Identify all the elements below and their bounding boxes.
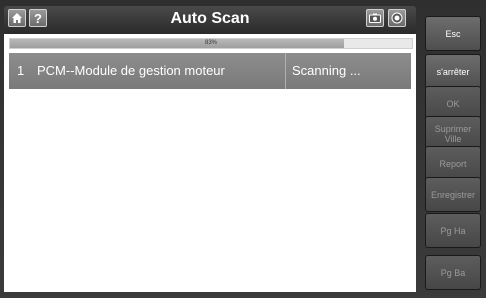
app-frame: Auto Scan ? 83% 1 PCM--Module de gestion… (0, 0, 486, 298)
row-module-name: PCM--Module de gestion moteur (37, 63, 225, 78)
home-button[interactable] (8, 9, 26, 27)
home-icon (12, 13, 22, 23)
progress-label: 83% (204, 40, 217, 46)
scan-progress-bar: 83% (9, 38, 413, 49)
column-divider (285, 53, 286, 89)
screenshot-button[interactable] (366, 9, 384, 27)
page-up-button[interactable]: Pg Ha (425, 213, 481, 248)
row-index: 1 (17, 63, 25, 78)
scan-panel: 83% 1 PCM--Module de gestion moteur Scan… (4, 34, 416, 292)
help-icon: ? (34, 10, 42, 26)
report-button[interactable]: Report (425, 146, 481, 181)
record-button[interactable] (388, 9, 406, 27)
stop-button[interactable]: s'arrêter (425, 54, 481, 89)
help-button[interactable]: ? (29, 9, 47, 27)
record-icon (391, 12, 403, 24)
save-button[interactable]: Enregistrer (425, 177, 481, 212)
page-down-button[interactable]: Pg Ba (425, 255, 481, 290)
camera-icon (369, 13, 381, 23)
title-bar: Auto Scan ? (4, 6, 416, 34)
page-title: Auto Scan (170, 10, 250, 27)
table-row[interactable]: 1 PCM--Module de gestion moteur Scanning… (9, 53, 411, 89)
row-status: Scanning ... (292, 63, 361, 78)
esc-button[interactable]: Esc (425, 16, 481, 51)
